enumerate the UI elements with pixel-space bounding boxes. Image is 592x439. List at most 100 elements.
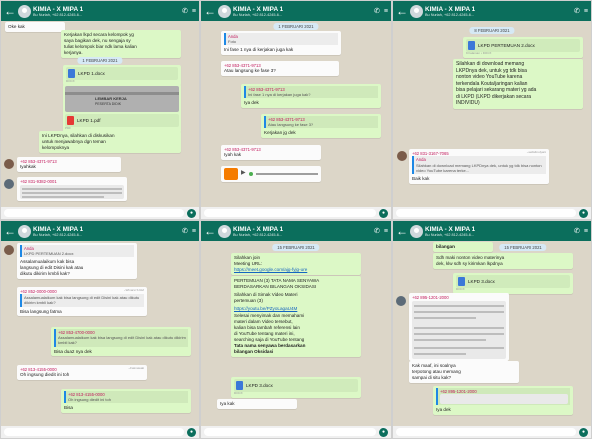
chat-title-block[interactable]: KIMIA - X MIPA 1 Bu Nurlah, +62 812-4245… [425, 226, 570, 237]
chat-title-block[interactable]: KIMIA - X MIPA 1 Bu Nurlah, +62 812-4245… [233, 6, 370, 17]
call-icon[interactable]: ✆ [374, 227, 380, 235]
message-bubble[interactable]: PERTEMUAN (3) TATA NAMA SENYAWA BERDASAR… [231, 276, 361, 357]
document-message[interactable]: LKPD 3.docx DOCX [453, 273, 573, 294]
sender-avatar[interactable] [4, 179, 14, 189]
message-bubble[interactable]: Silahkan di download memang LKPDnya dek,… [453, 59, 583, 109]
call-icon[interactable]: ✆ [574, 227, 580, 235]
message-bubble[interactable]: Sdh maki nonton video materinya dek, klw… [433, 253, 573, 269]
sender-avatar[interactable] [396, 296, 406, 306]
play-icon[interactable]: ▶ [241, 170, 246, 178]
document-preview-image[interactable]: LEMBAR KERJA PESERTA DIDIK [65, 86, 179, 112]
message-input[interactable] [396, 428, 576, 436]
message-bubble[interactable]: Anda Foto Ini fase 1 nya di kerjakan jug… [221, 31, 341, 56]
back-arrow-icon[interactable]: ← [204, 225, 216, 237]
group-avatar[interactable] [410, 4, 423, 18]
group-avatar[interactable] [18, 4, 31, 18]
sender-avatar[interactable] [4, 245, 14, 255]
group-avatar[interactable] [410, 224, 423, 238]
chat-title-block[interactable]: KIMIA - X MIPA 1 Bu Nurlah, +62 812-4245… [33, 226, 178, 237]
quoted-message[interactable]: +62 895-1201-2000 [436, 388, 570, 406]
message-input[interactable] [4, 209, 184, 217]
document-message[interactable]: LKPD PERTEMUAN 2.docx 9 halaman • DOCX [463, 37, 583, 58]
message-bubble[interactable]: +62 831-3167-7065 ~seifafmulyani Anda Si… [409, 149, 549, 184]
mic-icon[interactable]: ● [379, 427, 388, 437]
message-bubble[interactable]: +62 852-0000-0000 ~Winarsi S Ref Assalam… [17, 287, 147, 317]
menu-icon[interactable]: ≡ [192, 228, 196, 235]
message-bubble[interactable]: +62 853-4371-9713 Atau langsung ke fase … [261, 114, 381, 139]
message-bubble[interactable]: Silahkan join Meeting URL: https://meet.… [231, 253, 361, 275]
image-message[interactable]: +62 831-9382-0001 [17, 177, 127, 202]
quoted-message[interactable]: +62 853-4371-9713 Ini fase 1 nya di kerj… [244, 86, 378, 99]
message-bubble[interactable]: +62 895-1201-2000 Iya dek [433, 386, 573, 416]
voice-message[interactable]: ▶ [221, 166, 321, 182]
menu-icon[interactable]: ≡ [584, 8, 588, 15]
back-arrow-icon[interactable]: ← [204, 5, 216, 17]
message-bubble[interactable]: Anda LKPD PERTEMUAN 2.docx Assalamualaik… [17, 243, 137, 280]
sender-avatar[interactable] [4, 159, 14, 169]
chat-title-block[interactable]: KIMIA - X MIPA 1 Bu Nurlah, +62 812-4245… [233, 226, 370, 237]
chat-body[interactable]: 1 FEBRUARI 2021 Anda Foto Ini fase 1 nya… [201, 21, 391, 207]
menu-icon[interactable]: ≡ [192, 8, 196, 15]
chat-body[interactable]: Oke kak Kerjakan lkpd secara kelompok yg… [1, 21, 199, 207]
message-bubble[interactable]: Ini LKPDnya, silahkan di diskusikan untu… [39, 131, 181, 153]
mic-icon[interactable]: ● [379, 208, 388, 218]
mic-icon[interactable]: ● [187, 208, 196, 218]
group-avatar[interactable] [218, 4, 231, 18]
back-arrow-icon[interactable]: ← [396, 5, 408, 17]
group-avatar[interactable] [18, 224, 31, 238]
message-input[interactable] [204, 209, 376, 217]
video-link[interactable]: https://youtu.be/PZyoLagaU4M [234, 306, 358, 312]
message-bubble[interactable]: +62 853-4371-9713 Iyah kak [221, 145, 321, 161]
meeting-link[interactable]: https://meet.google.com/ajg-fyjg-ure [234, 267, 358, 273]
chat-title-block[interactable]: KIMIA - X MIPA 1 Bu Nurlah, +62 812-4245… [33, 6, 178, 17]
message-bubble[interactable]: +62 813-4155-0000 ~Fatmawati Oh ingsung … [17, 365, 147, 381]
image-message[interactable]: +62 895-1201-2000 [409, 293, 509, 362]
quoted-message[interactable]: +62 853-4371-9713 Atau langsung ke fase … [264, 116, 378, 129]
call-icon[interactable]: ✆ [182, 7, 188, 15]
mic-icon[interactable]: ● [579, 208, 588, 218]
call-icon[interactable]: ✆ [374, 7, 380, 15]
mic-icon[interactable]: ● [579, 427, 588, 437]
quoted-message[interactable]: Anda Foto [224, 33, 338, 46]
quoted-message[interactable]: Anda LKPD PERTEMUAN 2.docx [20, 245, 134, 258]
call-icon[interactable]: ✆ [574, 7, 580, 15]
message-bubble[interactable]: Kerjakan lkpd secara kelompok yg saya ba… [61, 30, 181, 58]
message-bubble[interactable]: Kak maaf, ini soalnya terpotong atau mem… [409, 361, 519, 383]
message-bubble[interactable]: +62 853-4371-9713 Iyahkak [17, 157, 121, 173]
chat-body[interactable]: bilangan 15 FEBRUARI 2021 Sdh maki nonto… [393, 241, 591, 426]
sender-avatar[interactable] [397, 151, 407, 161]
message-bubble[interactable]: +62 853-4700-0000 Assalamualaikum kak bi… [51, 327, 191, 357]
chat-title-block[interactable]: KIMIA - X MIPA 1 Bu Nurlah, +62 812-4245… [425, 6, 570, 17]
message-bubble[interactable]: Iya kak [217, 399, 297, 409]
quoted-message[interactable]: +62 853-4700-0000 Assalamualaikum kak bi… [54, 329, 188, 347]
document-message[interactable]: LKPD 1.docx DOCX [63, 65, 181, 86]
back-arrow-icon[interactable]: ← [4, 225, 16, 237]
voice-position-dot[interactable] [248, 172, 253, 176]
quoted-message[interactable]: +62 813-4155-0000 Oh ingsung diedit ini … [64, 391, 188, 404]
menu-icon[interactable]: ≡ [584, 228, 588, 235]
message-bubble[interactable]: Oke kak [5, 22, 65, 32]
document-message[interactable]: LKPD 3.docx DOCX [231, 377, 361, 398]
back-arrow-icon[interactable]: ← [4, 5, 16, 17]
message-input[interactable] [204, 428, 376, 436]
quoted-message[interactable]: Assalamualaikum kak bisa langsung di edi… [20, 294, 144, 307]
photo-thumbnail[interactable] [412, 301, 506, 360]
quoted-message[interactable]: Anda Silahkan di download memang LKPDnya… [412, 156, 546, 174]
message-bubble[interactable]: +62 853-4371-9713 Atau langsung ke fase … [221, 61, 339, 77]
group-avatar[interactable] [218, 224, 231, 238]
message-bubble[interactable]: +62 853-4371-9713 Ini fase 1 nya di kerj… [241, 84, 381, 109]
mic-icon[interactable]: ● [187, 427, 196, 437]
message-bubble[interactable]: bilangan [433, 242, 493, 252]
chat-body[interactable]: 15 FEBRUARI 2021 Silahkan join Meeting U… [201, 241, 391, 426]
chat-body[interactable]: Anda LKPD PERTEMUAN 2.docx Assalamualaik… [1, 241, 199, 426]
message-bubble[interactable]: +62 813-4155-0000 Oh ingsung diedit ini … [61, 389, 191, 414]
menu-icon[interactable]: ≡ [384, 8, 388, 15]
message-input[interactable] [4, 428, 184, 436]
message-input[interactable] [396, 209, 576, 217]
call-icon[interactable]: ✆ [182, 227, 188, 235]
back-arrow-icon[interactable]: ← [396, 225, 408, 237]
chat-body[interactable]: 8 FEBRUARI 2021 LKPD PERTEMUAN 2.docx 9 … [393, 21, 591, 207]
photo-thumbnail[interactable] [20, 185, 124, 200]
document-message[interactable]: LEMBAR KERJA PESERTA DIDIK LKPD 1.pdf PD… [63, 84, 181, 133]
menu-icon[interactable]: ≡ [384, 228, 388, 235]
